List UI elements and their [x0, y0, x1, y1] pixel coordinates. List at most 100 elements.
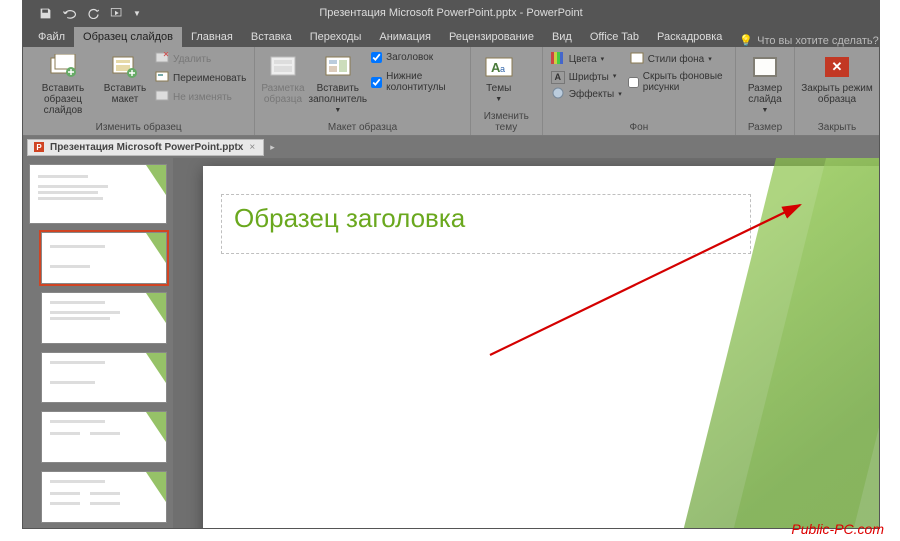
- group-background-label: Фон: [549, 121, 729, 133]
- titlebar: ▼ Презентация Microsoft PowerPoint.pptx …: [23, 1, 879, 25]
- close-master-button[interactable]: ✕ Закрыть режим образца: [801, 51, 873, 107]
- group-size-label: Размер: [742, 121, 788, 133]
- chevron-down-icon: ▾: [618, 91, 622, 99]
- ribbon: Вставить образец слайдов Вставить макет …: [23, 47, 879, 136]
- group-master-layout: Разметка образца Вставить заполнитель ▼ …: [255, 47, 470, 135]
- chevron-down-icon: ▾: [613, 73, 617, 81]
- delete-label: Удалить: [173, 54, 211, 66]
- insert-placeholder-icon: [324, 53, 352, 81]
- bulb-icon: 💡: [739, 34, 753, 47]
- effects-button[interactable]: Эффекты ▾: [549, 86, 624, 104]
- tab-animation[interactable]: Анимация: [370, 27, 440, 47]
- tab-slide-master[interactable]: Образец слайдов: [74, 27, 182, 47]
- insert-layout-label: Вставить макет: [104, 83, 146, 105]
- themes-label: Темы: [486, 83, 511, 94]
- document-tab[interactable]: P Презентация Microsoft PowerPoint.pptx …: [27, 139, 264, 156]
- redo-icon[interactable]: [87, 7, 100, 19]
- document-tab-label: Презентация Microsoft PowerPoint.pptx: [50, 142, 243, 153]
- slide-canvas-area[interactable]: Образец заголовка: [173, 158, 879, 529]
- master-layout-button: Разметка образца: [261, 51, 304, 107]
- tab-office-tab[interactable]: Office Tab: [581, 27, 648, 47]
- master-layout-icon: [269, 53, 297, 81]
- tab-storyboard[interactable]: Раскадровка: [648, 27, 731, 47]
- footers-checkbox-label: Нижние колонтитулы: [386, 71, 464, 93]
- insert-slide-master-label: Вставить образец слайдов: [29, 83, 97, 116]
- colors-icon: [551, 52, 565, 68]
- group-close-label: Закрыть: [801, 121, 873, 133]
- group-edit-theme-label: Изменить тему: [477, 110, 536, 133]
- document-tab-bar: P Презентация Microsoft PowerPoint.pptx …: [23, 136, 879, 158]
- slide-size-button[interactable]: Размер слайда ▼: [742, 51, 788, 117]
- fonts-icon: A: [551, 71, 565, 84]
- app-window: ▼ Презентация Microsoft PowerPoint.pptx …: [22, 0, 880, 529]
- insert-slide-master-icon: [49, 53, 77, 81]
- insert-placeholder-button[interactable]: Вставить заполнитель ▼: [309, 51, 368, 117]
- delete-icon: [155, 52, 169, 68]
- colors-button[interactable]: Цвета ▾: [549, 51, 624, 69]
- watermark: Public-PC.com: [791, 521, 884, 537]
- themes-icon: Aa: [485, 53, 513, 81]
- qat-dropdown-icon[interactable]: ▼: [133, 9, 141, 18]
- tell-me-label: Что вы хотите сделать?: [757, 35, 879, 47]
- hide-bg-checkbox[interactable]: Скрыть фоновые рисунки: [628, 70, 729, 94]
- fonts-button[interactable]: A Шрифты ▾: [549, 70, 624, 85]
- tab-review[interactable]: Рецензирование: [440, 27, 543, 47]
- hide-bg-label: Скрыть фоновые рисунки: [643, 71, 729, 93]
- tab-file[interactable]: Файл: [29, 27, 74, 47]
- group-close: ✕ Закрыть режим образца Закрыть: [795, 47, 879, 135]
- title-checkbox-input[interactable]: [371, 52, 382, 63]
- insert-layout-icon: [111, 53, 139, 81]
- quick-access-toolbar: ▼: [23, 7, 141, 20]
- layout-thumbnail[interactable]: [41, 352, 167, 404]
- effects-icon: [551, 87, 565, 103]
- tab-transitions[interactable]: Переходы: [301, 27, 371, 47]
- group-size: Размер слайда ▼ Размер: [736, 47, 795, 135]
- tab-home[interactable]: Главная: [182, 27, 242, 47]
- slide-size-label: Размер слайда: [748, 83, 782, 105]
- rename-button[interactable]: Переименовать: [153, 70, 248, 88]
- bg-styles-icon: [630, 52, 644, 68]
- rename-icon: [155, 71, 169, 87]
- new-tab-icon[interactable]: ▸: [264, 142, 281, 153]
- footers-checkbox[interactable]: Нижние колонтитулы: [371, 70, 464, 94]
- bg-styles-label: Стили фона: [648, 54, 704, 66]
- delete-button: Удалить: [153, 51, 248, 69]
- themes-button[interactable]: Aa Темы ▼: [477, 51, 521, 106]
- preserve-button: Не изменять: [153, 89, 248, 107]
- layout-thumbnail[interactable]: [41, 232, 167, 284]
- title-placeholder[interactable]: Образец заголовка: [221, 194, 751, 254]
- layout-thumbnail[interactable]: [41, 411, 167, 463]
- tab-insert[interactable]: Вставка: [242, 27, 301, 47]
- insert-placeholder-label: Вставить заполнитель: [309, 83, 368, 105]
- close-master-label: Закрыть режим образца: [801, 83, 872, 105]
- tab-view[interactable]: Вид: [543, 27, 581, 47]
- undo-icon[interactable]: [62, 7, 77, 19]
- save-icon[interactable]: [39, 7, 52, 20]
- layout-thumbnail[interactable]: [41, 292, 167, 344]
- svg-text:a: a: [500, 64, 505, 74]
- slide-size-icon: [751, 53, 779, 81]
- footers-checkbox-input[interactable]: [371, 77, 382, 88]
- bg-styles-button[interactable]: Стили фона ▾: [628, 51, 729, 69]
- master-thumbnail[interactable]: [29, 164, 167, 224]
- close-icon: ✕: [823, 53, 851, 81]
- close-tab-icon[interactable]: ×: [249, 142, 255, 153]
- chevron-down-icon: ▾: [708, 56, 712, 64]
- preserve-label: Не изменять: [173, 92, 232, 104]
- group-edit-master: Вставить образец слайдов Вставить макет …: [23, 47, 255, 135]
- title-checkbox[interactable]: Заголовок: [371, 51, 464, 64]
- hide-bg-checkbox-input[interactable]: [628, 77, 639, 88]
- insert-layout-button[interactable]: Вставить макет: [101, 51, 149, 107]
- thumbnail-pane[interactable]: [23, 158, 173, 529]
- effects-label: Эффекты: [569, 89, 614, 101]
- tell-me-search[interactable]: 💡 Что вы хотите сделать?: [739, 34, 878, 47]
- group-background: Цвета ▾ A Шрифты ▾ Эффекты ▾: [543, 47, 736, 135]
- chevron-down-icon: ▼: [334, 107, 341, 115]
- chevron-down-icon: ▼: [762, 107, 769, 115]
- title-checkbox-label: Заголовок: [386, 52, 433, 63]
- layout-thumbnail[interactable]: [41, 471, 167, 523]
- rename-label: Переименовать: [173, 73, 246, 85]
- start-from-beginning-icon[interactable]: [110, 7, 123, 19]
- insert-slide-master-button[interactable]: Вставить образец слайдов: [29, 51, 97, 118]
- slide-canvas[interactable]: Образец заголовка: [203, 166, 879, 529]
